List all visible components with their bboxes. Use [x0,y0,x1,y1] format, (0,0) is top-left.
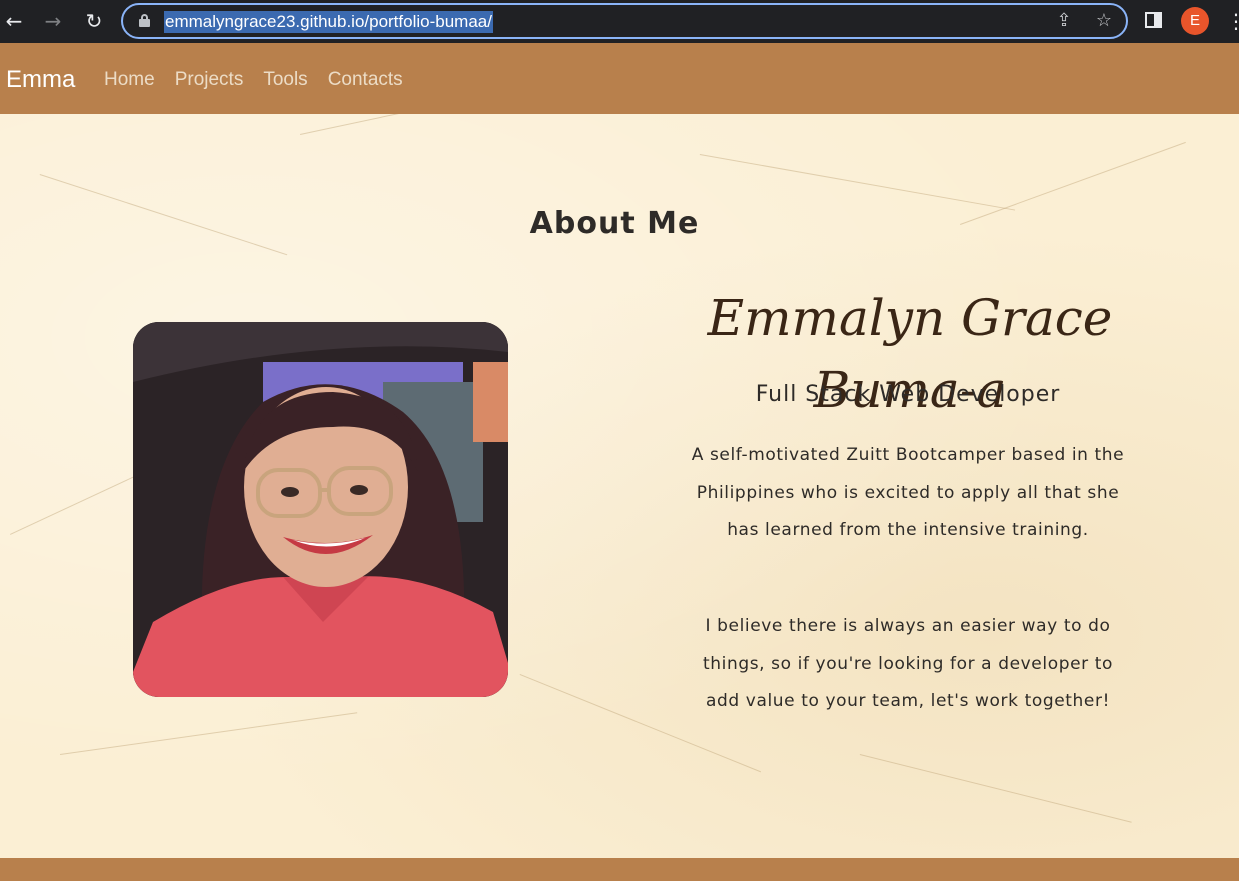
nav-links: Home Projects Tools Contacts [104,67,403,93]
paper-crease [300,114,496,135]
share-icon[interactable]: ⇪ [1053,10,1075,32]
forward-arrow-icon[interactable]: → [40,8,66,34]
site-footer [0,858,1239,881]
nav-link-projects[interactable]: Projects [175,67,244,93]
bookmark-star-icon[interactable]: ☆ [1093,10,1115,32]
paper-crease [859,754,1132,823]
address-bar[interactable]: emmalyngrace23.github.io/portfolio-bumaa… [121,3,1128,39]
paper-crease [699,154,1016,211]
reload-icon[interactable]: ↻ [81,8,107,34]
profile-photo [133,322,508,697]
site-navbar: Emma Home Projects Tools Contacts [0,43,1239,114]
profile-avatar[interactable]: E [1181,7,1209,35]
side-panel-icon[interactable] [1145,12,1162,28]
url-text[interactable]: emmalyngrace23.github.io/portfolio-bumaa… [164,11,493,33]
section-title: About Me [529,206,700,241]
about-section: About Me Emmalyn Grace Buma-a Full Stack… [0,114,1239,858]
back-arrow-icon[interactable]: ← [1,8,27,34]
nav-link-contacts[interactable]: Contacts [328,67,403,93]
bio-paragraph-2: I believe there is always an easier way … [702,616,1114,712]
navbar-brand[interactable]: Emma [6,65,75,95]
nav-link-tools[interactable]: Tools [263,67,307,93]
profile-role: Full Stack Web Developer [755,382,1061,407]
nav-link-home[interactable]: Home [104,67,155,93]
lock-icon[interactable] [139,14,150,27]
paper-crease [60,712,358,755]
bio-paragraph-1: A self-motivated Zuitt Bootcamper based … [691,445,1125,541]
browser-toolbar: ← → ↻ emmalyngrace23.github.io/portfolio… [0,0,1239,43]
kebab-menu-icon[interactable]: ⋮ [1226,9,1239,33]
